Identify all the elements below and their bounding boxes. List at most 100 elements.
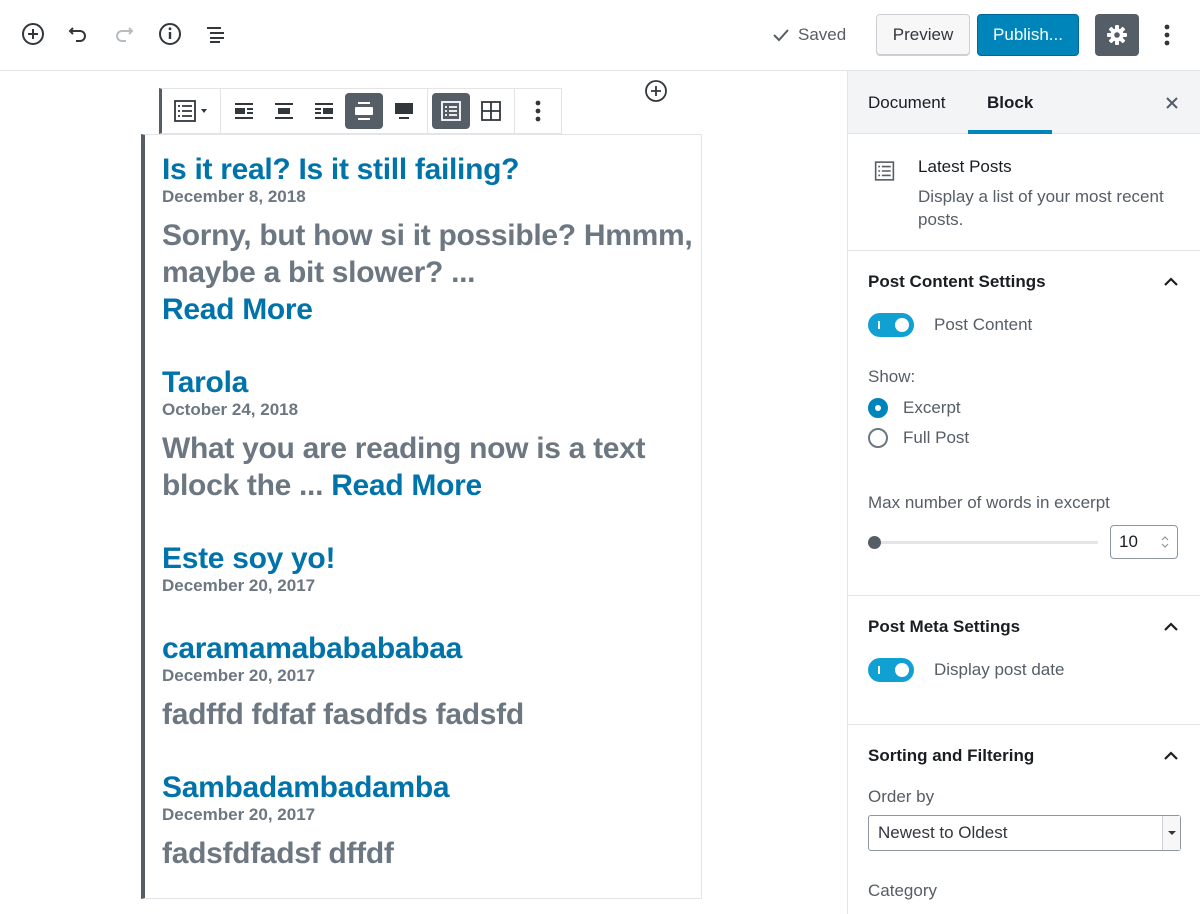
sorting-panel-toggle[interactable]: Sorting and Filtering (868, 725, 1180, 787)
post-content-toggle-row: Post Content (868, 313, 1180, 337)
post-excerpt: What you are reading now is a text block… (162, 430, 701, 504)
post-item: caramamababababaa December 20, 2017 fadf… (162, 632, 701, 733)
panel-heading: Post Content Settings (868, 272, 1046, 291)
align-full-button[interactable] (385, 93, 423, 129)
block-card-title: Latest Posts (918, 157, 1012, 176)
post-title-link[interactable]: caramamababababaa (162, 632, 701, 666)
info-icon[interactable] (156, 20, 184, 48)
list-view-icon (441, 101, 461, 121)
undo-icon[interactable] (64, 20, 92, 48)
post-date: December 8, 2018 (162, 187, 306, 206)
post-date: October 24, 2018 (162, 400, 299, 419)
saved-label: Saved (798, 25, 847, 44)
more-vertical-icon (535, 100, 541, 122)
alignment-group (221, 89, 428, 133)
max-words-slider[interactable] (868, 535, 1098, 549)
editor-header: Saved Preview Publish... (0, 0, 1200, 71)
close-icon (1166, 97, 1178, 109)
radio-button[interactable] (868, 398, 888, 418)
outline-icon[interactable] (201, 20, 229, 48)
check-icon (773, 29, 789, 42)
spinner-arrows-icon[interactable] (1161, 535, 1169, 549)
saved-status: Saved (772, 25, 846, 45)
post-title-link[interactable]: Is it real? Is it still failing? (162, 153, 701, 187)
layout-group (428, 89, 515, 133)
post-title-link[interactable]: Tarola (162, 366, 701, 400)
align-left-icon (235, 103, 253, 119)
close-sidebar-button[interactable] (1162, 93, 1182, 113)
radio-option-full-post[interactable]: Full Post (868, 423, 1180, 453)
number-value: 10 (1119, 532, 1138, 551)
block-card-description: Display a list of your most recent posts… (918, 187, 1164, 229)
post-item: Is it real? Is it still failing? Decembe… (162, 153, 701, 328)
align-left-button[interactable] (225, 93, 263, 129)
post-date: December 20, 2017 (162, 805, 316, 824)
align-center-button[interactable] (265, 93, 303, 129)
post-content-panel-toggle[interactable]: Post Content Settings (868, 251, 1180, 313)
block-toolbar (159, 88, 562, 134)
max-words-control: 10 (868, 525, 1180, 559)
post-meta-panel: Post Meta Settings Display post date (848, 596, 1200, 725)
chevron-up-icon (1164, 622, 1178, 631)
latest-posts-icon (874, 161, 895, 181)
gear-icon (1107, 25, 1127, 45)
post-title-link[interactable]: Sambadambadamba (162, 771, 701, 805)
block-switcher-group (162, 89, 221, 133)
block-more-options-button[interactable] (519, 93, 557, 129)
slider-handle[interactable] (868, 535, 881, 549)
chevron-down-icon[interactable] (1162, 816, 1180, 850)
align-wide-icon (355, 102, 373, 120)
grid-view-button[interactable] (472, 93, 510, 129)
latest-posts-block[interactable]: Is it real? Is it still failing? Decembe… (141, 134, 702, 899)
more-vertical-icon (1164, 24, 1170, 46)
settings-sidebar: Document Block Latest Posts Display a li… (847, 71, 1200, 914)
add-block-icon[interactable] (19, 20, 47, 48)
align-right-icon (315, 103, 333, 119)
post-content-toggle[interactable] (868, 313, 914, 337)
order-by-select[interactable]: Newest to Oldest (868, 815, 1181, 851)
post-item: Tarola October 24, 2018 What you are rea… (162, 366, 701, 504)
order-by-label: Order by (868, 787, 935, 806)
preview-button[interactable]: Preview (876, 14, 970, 56)
redo-icon[interactable] (110, 20, 138, 48)
post-date: December 20, 2017 (162, 666, 316, 685)
read-more-link[interactable]: Read More (162, 293, 313, 326)
grid-view-icon (481, 101, 501, 121)
category-label: Category (868, 881, 937, 900)
post-excerpt-text: Sorny, but how si it possible? Hmmm, may… (162, 219, 693, 289)
radio-option-excerpt[interactable]: Excerpt (868, 393, 1180, 423)
align-center-icon (275, 103, 293, 119)
read-more-link[interactable]: Read More (331, 469, 482, 502)
panel-heading: Sorting and Filtering (868, 746, 1035, 765)
max-words-number-input[interactable]: 10 (1110, 525, 1178, 559)
post-date-toggle[interactable] (868, 658, 914, 682)
publish-button[interactable]: Publish... (977, 14, 1079, 56)
panel-heading: Post Meta Settings (868, 617, 1021, 636)
inserter-plus-icon[interactable] (644, 79, 668, 103)
tab-document[interactable]: Document (868, 71, 945, 134)
toggle-label: Post Content (934, 315, 1033, 334)
more-menu-button[interactable] (1152, 18, 1182, 52)
radio-button[interactable] (868, 428, 888, 448)
max-words-label: Max number of words in excerpt (868, 493, 1110, 512)
align-full-icon (395, 103, 413, 119)
align-right-button[interactable] (305, 93, 343, 129)
sidebar-tabs: Document Block (848, 71, 1200, 134)
post-excerpt: Sorny, but how si it possible? Hmmm, may… (162, 217, 701, 328)
tab-block[interactable]: Block (968, 71, 1053, 134)
show-radio-group: Excerpt Full Post (868, 393, 1180, 453)
post-title-link[interactable]: Este soy yo! (162, 542, 701, 576)
show-label: Show: (868, 367, 916, 386)
post-meta-panel-toggle[interactable]: Post Meta Settings (868, 596, 1180, 658)
more-options-group (515, 89, 561, 133)
post-item: Este soy yo! December 20, 2017 (162, 542, 701, 596)
toggle-label: Display post date (934, 660, 1065, 679)
list-view-button[interactable] (432, 93, 470, 129)
block-switcher-button[interactable] (166, 93, 216, 129)
block-card: Latest Posts Display a list of your most… (848, 134, 1200, 251)
settings-button[interactable] (1095, 14, 1139, 56)
chevron-up-icon (1164, 277, 1178, 286)
radio-label: Full Post (903, 428, 970, 447)
align-wide-button[interactable] (345, 93, 383, 129)
post-item: Sambadambadamba December 20, 2017 fadsfd… (162, 771, 701, 872)
